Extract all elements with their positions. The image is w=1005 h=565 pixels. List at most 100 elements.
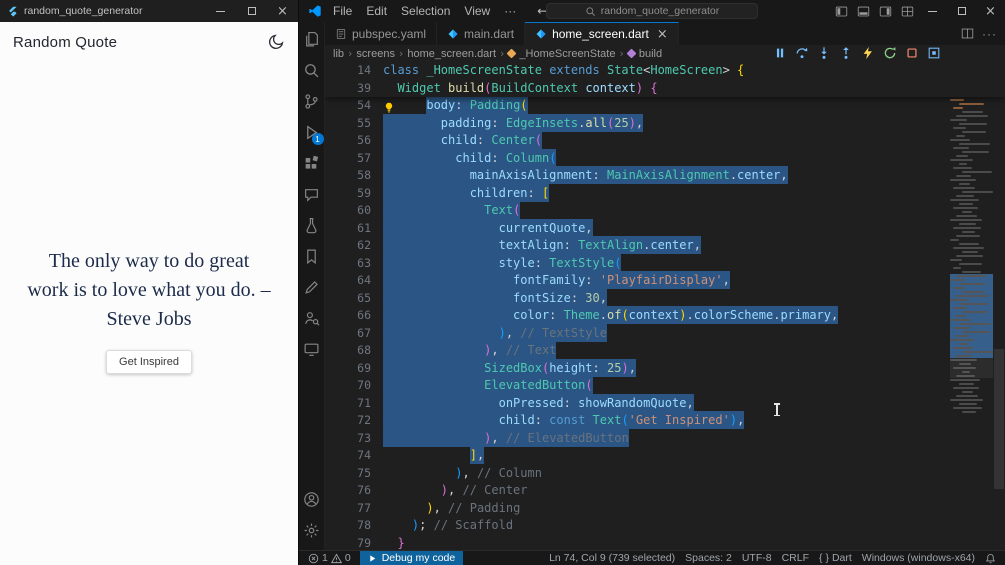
code-line[interactable]: 57 child: Column( — [325, 148, 1005, 168]
tab-pubspec-yaml[interactable]: pubspec.yaml — [325, 22, 438, 45]
hot-reload-icon[interactable] — [861, 46, 875, 60]
line-number[interactable]: 77 — [325, 500, 371, 518]
vscode-close-button[interactable]: × — [976, 0, 1005, 22]
line-number[interactable]: 70 — [325, 377, 371, 395]
line-number[interactable]: 56 — [325, 132, 371, 150]
code-line[interactable]: 61 currentQuote, — [325, 218, 1005, 238]
app-minimize-button[interactable] — [205, 0, 236, 22]
line-number[interactable]: 67 — [325, 325, 371, 343]
line-number[interactable]: 68 — [325, 342, 371, 360]
toggle-secondary-sidebar-icon[interactable] — [874, 5, 896, 18]
chat-icon[interactable] — [299, 179, 325, 210]
editor-more-actions-icon[interactable]: ··· — [982, 27, 997, 41]
vscode-maximize-button[interactable] — [947, 0, 976, 22]
vscode-minimize-button[interactable] — [918, 0, 947, 22]
get-inspired-button[interactable]: Get Inspired — [106, 350, 192, 374]
tab-home-screen-dart[interactable]: home_screen.dart × — [525, 22, 679, 45]
code-line[interactable]: 71 onPressed: showRandomQuote, — [325, 393, 1005, 413]
customize-layout-icon[interactable] — [896, 5, 918, 18]
notifications-bell-icon[interactable] — [980, 551, 1001, 565]
widget-inspector-icon[interactable] — [927, 46, 941, 60]
line-number[interactable]: 66 — [325, 307, 371, 325]
indentation-status[interactable]: Spaces: 2 — [680, 551, 737, 565]
line-number[interactable]: 60 — [325, 202, 371, 220]
code-line[interactable]: 56 child: Center( — [325, 131, 1005, 150]
breadcrumb-class[interactable]: _HomeScreenState — [506, 48, 615, 60]
pause-icon[interactable] — [773, 46, 787, 60]
lightbulb-icon[interactable] — [383, 100, 395, 119]
menu-view[interactable]: View — [457, 2, 497, 20]
line-number[interactable]: 65 — [325, 290, 371, 308]
step-over-icon[interactable] — [795, 46, 809, 60]
explorer-icon[interactable] — [299, 24, 325, 55]
line-number[interactable]: 61 — [325, 220, 371, 238]
code-line[interactable]: 54 body: Padding( — [325, 96, 1005, 115]
step-into-icon[interactable] — [817, 46, 831, 60]
breadcrumb-file[interactable]: home_screen.dart — [407, 48, 496, 60]
step-out-icon[interactable] — [839, 46, 853, 60]
language-mode-status[interactable]: { } Dart — [814, 551, 857, 565]
debug-my-code-button[interactable]: Debug my code — [359, 551, 464, 565]
menu-selection[interactable]: Selection — [394, 2, 457, 20]
search-box[interactable]: random_quote_generator — [546, 3, 758, 19]
vertical-scrollbar[interactable] — [993, 62, 1005, 550]
code-line[interactable]: 67 ), // TextStyle — [325, 323, 1005, 343]
code-line[interactable]: 65 fontSize: 30, — [325, 288, 1005, 308]
menu-file[interactable]: File — [326, 2, 359, 20]
line-number[interactable]: 75 — [325, 465, 371, 483]
code-line[interactable]: 39 Widget build(BuildContext context) { — [325, 80, 1005, 98]
line-number[interactable]: 69 — [325, 360, 371, 378]
code-line[interactable]: 63 style: TextStyle( — [325, 253, 1005, 273]
source-control-icon[interactable] — [299, 86, 325, 117]
line-number[interactable]: 58 — [325, 167, 371, 185]
line-number[interactable]: 57 — [325, 150, 371, 168]
extensions-icon[interactable] — [299, 148, 325, 179]
line-number[interactable]: 54 — [325, 97, 371, 115]
search-sidebar-icon[interactable] — [299, 55, 325, 86]
code-line[interactable]: 74 ], — [325, 446, 1005, 465]
edit-pencil-icon[interactable] — [299, 272, 325, 303]
app-maximize-button[interactable] — [236, 0, 267, 22]
line-number[interactable]: 64 — [325, 272, 371, 290]
code-line[interactable]: 72 child: const Text('Get Inspired'), — [325, 411, 1005, 430]
line-number[interactable]: 76 — [325, 482, 371, 500]
code-editor[interactable]: 14 class _HomeScreenState extends State<H… — [325, 62, 1005, 550]
toggle-sidebar-icon[interactable] — [830, 5, 852, 18]
line-number[interactable]: 14 — [325, 62, 371, 80]
line-number[interactable]: 62 — [325, 237, 371, 255]
line-number[interactable]: 63 — [325, 255, 371, 273]
code-line[interactable]: 75 ), // Column — [325, 465, 1005, 483]
line-number[interactable]: 72 — [325, 412, 371, 430]
line-number[interactable]: 55 — [325, 115, 371, 133]
menu-more[interactable]: ··· — [497, 2, 523, 20]
hot-restart-icon[interactable] — [883, 46, 897, 60]
code-line[interactable]: 68 ), // Text — [325, 341, 1005, 360]
line-number[interactable]: 71 — [325, 395, 371, 413]
menu-edit[interactable]: Edit — [359, 2, 394, 20]
problems-status[interactable]: 1 0 — [303, 551, 356, 565]
bookmarks-icon[interactable] — [299, 241, 325, 272]
line-number[interactable]: 74 — [325, 447, 371, 465]
split-editor-icon[interactable] — [956, 27, 978, 40]
code-line[interactable]: 79 } — [325, 535, 1005, 551]
flutter-device-status[interactable]: Windows (windows-x64) — [857, 551, 980, 565]
tab-main-dart[interactable]: main.dart — [437, 22, 526, 45]
account-icon[interactable] — [299, 484, 325, 515]
code-line[interactable]: 59 children: [ — [325, 183, 1005, 203]
minimap[interactable] — [950, 62, 993, 550]
code-line[interactable]: 62 textAlign: TextAlign.center, — [325, 236, 1005, 255]
remote-monitor-icon[interactable] — [299, 334, 325, 365]
scrollbar-thumb[interactable] — [994, 349, 1004, 489]
testing-icon[interactable] — [299, 210, 325, 241]
code-line[interactable]: 76 ), // Center — [325, 482, 1005, 500]
stop-icon[interactable] — [905, 46, 919, 60]
eol-status[interactable]: CRLF — [777, 551, 814, 565]
code-line[interactable]: 69 SizedBox(height: 25), — [325, 358, 1005, 378]
app-close-button[interactable]: × — [267, 0, 298, 22]
line-number[interactable]: 78 — [325, 517, 371, 535]
code-line[interactable]: 78 ); // Scaffold — [325, 517, 1005, 535]
cursor-position-status[interactable]: Ln 74, Col 9 (739 selected) — [544, 551, 680, 565]
code-line[interactable]: 73 ), // ElevatedButton — [325, 428, 1005, 448]
code-line[interactable]: 55 padding: EdgeInsets.all(25), — [325, 113, 1005, 133]
breadcrumb-lib[interactable]: lib — [333, 48, 344, 60]
